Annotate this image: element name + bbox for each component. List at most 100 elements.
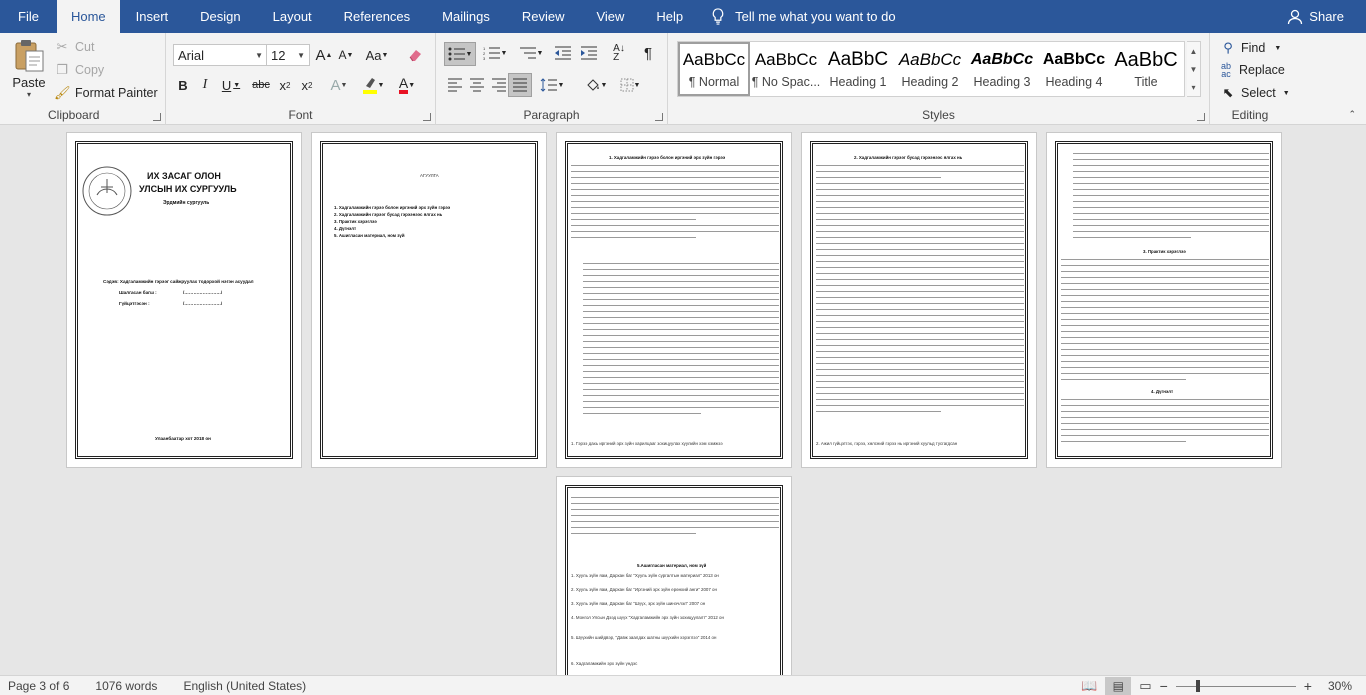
tab-view[interactable]: View	[580, 0, 640, 33]
replace-button[interactable]: ab ac Replace	[1218, 60, 1285, 80]
style-no-spacing[interactable]: AaBbCc ¶ No Spac...	[750, 42, 822, 96]
superscript-button[interactable]: x2	[298, 74, 316, 96]
cut-button[interactable]: ✂ Cut	[54, 37, 95, 57]
shading-button[interactable]: ▼	[582, 74, 610, 96]
zoom-slider-thumb[interactable]	[1195, 679, 1200, 692]
zoom-in-icon[interactable]: +	[1304, 678, 1312, 694]
style-heading-2[interactable]: AaBbCc Heading 2	[894, 42, 966, 96]
tab-layout[interactable]: Layout	[257, 0, 328, 33]
print-layout-icon[interactable]: ▤	[1105, 677, 1132, 695]
styles-launcher-icon[interactable]	[1197, 113, 1205, 121]
text-effects-button[interactable]: A ▼	[328, 74, 350, 96]
paste-button[interactable]: Paste ▾	[10, 39, 48, 101]
highlighter-icon	[362, 78, 377, 94]
format-painter-button[interactable]: 🖌 Format Painter	[54, 83, 158, 103]
italic-button[interactable]: I	[196, 74, 214, 96]
tab-file[interactable]: File	[0, 0, 57, 33]
decrease-indent-icon	[555, 46, 571, 60]
select-button[interactable]: ⬉ Select ▼	[1220, 83, 1290, 103]
multilevel-list-button[interactable]: ▼	[516, 42, 546, 64]
copy-button[interactable]: ❐ Copy	[54, 60, 104, 80]
page-4[interactable]: 2. Хадгаламжийн гэрээг бусад гэрээнээс я…	[801, 132, 1037, 468]
strikethrough-button[interactable]: abc	[250, 74, 272, 96]
grow-font-button[interactable]: A ▲	[314, 44, 334, 66]
font-color-button[interactable]: A ▼	[394, 74, 420, 96]
change-case-button[interactable]: Aa ▼	[364, 44, 390, 66]
increase-indent-button[interactable]	[578, 42, 600, 64]
font-family-value: Arial	[178, 47, 205, 63]
find-button[interactable]: ⚲ Find ▼	[1220, 38, 1281, 58]
page-3[interactable]: 1. Хадгаламжийн гэрээ болон иргэний эрх …	[556, 132, 792, 468]
tab-home[interactable]: Home	[56, 0, 120, 33]
paragraph-group-label: Paragraph	[523, 108, 580, 122]
style-heading-1[interactable]: AaBbC Heading 1	[822, 42, 894, 96]
style-sample: AaBbC	[827, 49, 889, 70]
eraser-icon	[409, 50, 421, 62]
font-size-combo[interactable]: 12 ▼	[266, 44, 310, 66]
style-name: Heading 3	[973, 75, 1031, 89]
align-left-button[interactable]	[444, 74, 466, 96]
align-center-button[interactable]	[466, 74, 488, 96]
share-button[interactable]: Share	[1287, 0, 1344, 33]
clipboard-launcher-icon[interactable]	[153, 113, 161, 121]
document-area[interactable]: ИХ ЗАСАГ ОЛОН УЛСЫН ИХ СУРГУУЛЬ Эрдмийн …	[0, 126, 1366, 675]
view-controls: 📖 ▤ ▭ − + 30%	[1081, 676, 1352, 695]
style-name: Heading 4	[1045, 75, 1103, 89]
tab-review[interactable]: Review	[506, 0, 581, 33]
page-1[interactable]: ИХ ЗАСАГ ОЛОН УЛСЫН ИХ СУРГУУЛЬ Эрдмийн …	[66, 132, 302, 468]
tab-help[interactable]: Help	[640, 0, 699, 33]
cover-checked-blank: /……………………/	[183, 290, 223, 295]
bullets-button[interactable]: ▼	[444, 42, 476, 66]
page-2[interactable]: АГУУЛГА 1. Хадгаламжийн гэрээ болон иргэ…	[311, 132, 547, 468]
language-indicator[interactable]: English (United States)	[183, 679, 306, 693]
line-spacing-icon	[540, 78, 557, 92]
font-family-combo[interactable]: Arial ▼	[173, 44, 268, 66]
reference-2: 2. Хууль зүйн яам, Дархан баг "Иргэний э…	[571, 587, 717, 592]
tab-design[interactable]: Design	[184, 0, 256, 33]
page-5[interactable]: 3. Практик хэрэглээ 4. Дүгнэлт	[1046, 132, 1282, 468]
find-label: Find	[1241, 41, 1266, 55]
style-heading-3[interactable]: AaBbCc Heading 3	[966, 42, 1038, 96]
borders-button[interactable]: ▼	[616, 74, 644, 96]
page-count[interactable]: Page 3 of 6	[8, 679, 69, 693]
line-spacing-button[interactable]: ▼	[538, 74, 566, 96]
zoom-slider[interactable]	[1175, 679, 1296, 692]
numbering-button[interactable]: 1 2 3 ▼	[480, 42, 510, 64]
page-6[interactable]: 5.Ашигласан материал, ном зүй 1. Хууль з…	[556, 476, 792, 675]
collapse-ribbon-icon[interactable]: ⌃	[1348, 109, 1356, 120]
clear-formatting-button[interactable]	[404, 44, 426, 66]
style-heading-4[interactable]: AaBbCc Heading 4	[1038, 42, 1110, 96]
chevron-down-icon: ▼	[297, 50, 305, 60]
subscript-button[interactable]: x2	[276, 74, 294, 96]
tab-references[interactable]: References	[328, 0, 426, 33]
sort-button[interactable]: A↓ Z	[608, 42, 630, 64]
bold-button[interactable]: B	[174, 74, 192, 96]
highlight-color-button[interactable]: ▼	[360, 74, 386, 96]
zoom-level[interactable]: 30%	[1328, 679, 1352, 693]
cover-checked-label: Шалгасан багш :	[119, 290, 157, 295]
show-marks-button[interactable]: ¶	[638, 42, 658, 64]
zoom-out-icon[interactable]: −	[1160, 678, 1168, 694]
body-text	[1061, 399, 1269, 447]
tab-mailings[interactable]: Mailings	[426, 0, 506, 33]
word-count[interactable]: 1076 words	[95, 679, 157, 693]
align-right-button[interactable]	[488, 74, 510, 96]
underline-button[interactable]: U ▼	[218, 74, 244, 96]
tab-insert[interactable]: Insert	[120, 0, 185, 33]
font-size-value: 12	[271, 47, 286, 63]
reference-5: 5. Шүүхийн шийдвэр, "Давж заалдах шатны …	[571, 635, 717, 640]
copy-icon: ❐	[56, 62, 68, 77]
style-normal[interactable]: AaBbCc ¶ Normal	[678, 42, 750, 96]
toc-item-3: 3. Практик хэрэглээ	[334, 219, 377, 224]
decrease-indent-button[interactable]	[552, 42, 574, 64]
web-layout-icon[interactable]: ▭	[1139, 678, 1151, 694]
tell-me-box[interactable]: Tell me what you want to do	[711, 0, 896, 33]
styles-gallery-scroll[interactable]: ▲ ▼ ▾	[1187, 41, 1201, 97]
justify-button[interactable]	[508, 73, 532, 97]
style-title[interactable]: AaBbC Title	[1110, 42, 1182, 96]
editing-group: ⚲ Find ▼ ab ac Replace ⬉ Select ▼ Editing	[1210, 33, 1290, 125]
paragraph-launcher-icon[interactable]	[655, 113, 663, 121]
shrink-font-button[interactable]: A ▼	[336, 44, 356, 66]
font-launcher-icon[interactable]	[423, 113, 431, 121]
read-mode-icon[interactable]: 📖	[1081, 678, 1097, 694]
